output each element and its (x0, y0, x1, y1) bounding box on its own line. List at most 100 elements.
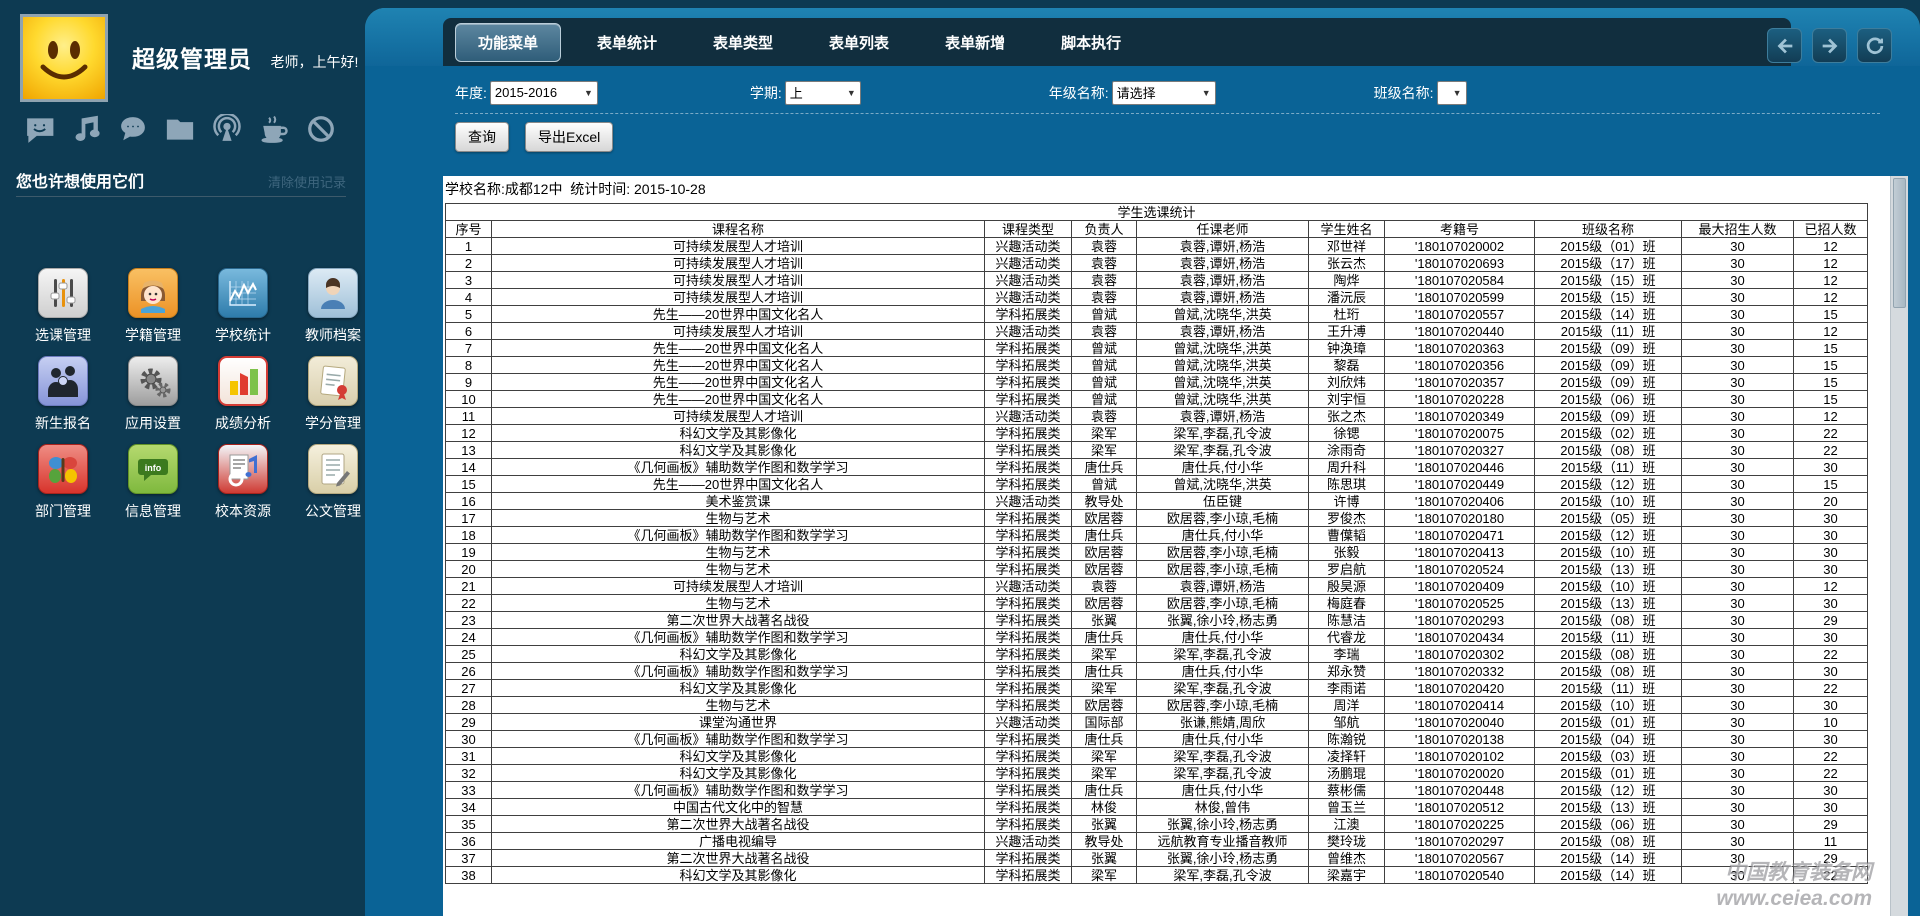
cell-class-name: 2015级（02）班 (1535, 425, 1682, 442)
cell-class-name: 2015级（11）班 (1535, 629, 1682, 646)
chat-icon[interactable] (118, 112, 148, 146)
year-select[interactable]: 2015-2016▼ (490, 81, 598, 105)
app-student-status[interactable]: 学籍管理 (112, 268, 194, 356)
cell-max-enroll: 30 (1682, 561, 1794, 578)
report-area: 学校名称:成都12中 统计时间: 2015-10-28 学生选课统计 序号课程名… (443, 176, 1890, 916)
cell-enrolled: 29 (1794, 850, 1868, 867)
col-header-student-name: 学生姓名 (1309, 221, 1385, 238)
tab-表单统计[interactable]: 表单统计 (597, 32, 657, 53)
term-select[interactable]: 上▼ (785, 81, 861, 105)
cell-index: 1 (446, 238, 492, 255)
cell-student-name: 王升溥 (1309, 323, 1385, 340)
cell-student-name: 杜珩 (1309, 306, 1385, 323)
cell-teachers: 林俊,曾伟 (1137, 799, 1309, 816)
scrollbar-thumb[interactable] (1893, 178, 1906, 308)
app-credit-mgmt[interactable]: 学分管理 (292, 356, 374, 444)
cell-class-name: 2015级（06）班 (1535, 391, 1682, 408)
cell-course-type: 学科拓展类 (985, 850, 1072, 867)
app-app-settings[interactable]: 应用设置 (112, 356, 194, 444)
cell-enrolled: 30 (1794, 799, 1868, 816)
avatar[interactable] (20, 14, 108, 102)
cell-max-enroll: 30 (1682, 595, 1794, 612)
cell-exam-no: '180107020440 (1385, 323, 1535, 340)
app-label: 校本资源 (215, 501, 271, 521)
app-school-stats[interactable]: 学校统计 (202, 268, 284, 356)
cell-student-name: 李瑞 (1309, 646, 1385, 663)
folder-icon[interactable] (165, 112, 195, 146)
block-icon[interactable] (306, 112, 336, 146)
cell-max-enroll: 30 (1682, 323, 1794, 340)
message-icon[interactable] (24, 112, 54, 146)
cell-enrolled: 15 (1794, 306, 1868, 323)
app-score-analysis[interactable]: 成绩分析 (202, 356, 284, 444)
broadcast-icon[interactable] (212, 112, 242, 146)
music-icon[interactable] (71, 112, 101, 146)
cell-exam-no: '180107020225 (1385, 816, 1535, 833)
cell-enrolled: 30 (1794, 510, 1868, 527)
student-status-icon (128, 268, 178, 318)
table-row: 23第二次世界大战著名战役学科拓展类张翼张翼,徐小玲,杨志勇陈慧洁'180107… (446, 612, 1868, 629)
col-header-max-enroll: 最大招生人数 (1682, 221, 1794, 238)
table-row: 18《几何画板》辅助数学作图和数学学习学科拓展类唐仕兵唐仕兵,付小华曹僷韬'18… (446, 527, 1868, 544)
tab-脚本执行[interactable]: 脚本执行 (1061, 32, 1121, 53)
cell-index: 24 (446, 629, 492, 646)
cell-teachers: 梁军,李磊,孔令波 (1137, 748, 1309, 765)
forward-button[interactable] (1812, 28, 1847, 63)
app-dept-mgmt[interactable]: 部门管理 (22, 444, 104, 532)
teacher-files-icon (308, 268, 358, 318)
cell-max-enroll: 30 (1682, 527, 1794, 544)
cell-exam-no: '180107020363 (1385, 340, 1535, 357)
cell-enrolled: 22 (1794, 867, 1868, 884)
cell-exam-no: '180107020567 (1385, 850, 1535, 867)
table-row: 17生物与艺术学科拓展类欧居蓉欧居蓉,李小琼,毛楠罗俊杰'18010702018… (446, 510, 1868, 527)
cell-manager: 袁蓉 (1072, 323, 1137, 340)
cell-max-enroll: 30 (1682, 680, 1794, 697)
app-teacher-files[interactable]: 教师档案 (292, 268, 374, 356)
cell-index: 10 (446, 391, 492, 408)
table-row: 31科幻文学及其影像化学科拓展类梁军梁军,李磊,孔令波凌择轩'180107020… (446, 748, 1868, 765)
cell-student-name: 周洋 (1309, 697, 1385, 714)
app-label: 部门管理 (35, 501, 91, 521)
cell-course-type: 学科拓展类 (985, 391, 1072, 408)
refresh-button[interactable] (1857, 28, 1892, 63)
cell-teachers: 张谦,熊婧,周欣 (1137, 714, 1309, 731)
app-school-res[interactable]: 校本资源 (202, 444, 284, 532)
cell-max-enroll: 30 (1682, 306, 1794, 323)
cell-index: 38 (446, 867, 492, 884)
cell-max-enroll: 30 (1682, 731, 1794, 748)
refresh-icon (1864, 35, 1886, 57)
cell-exam-no: '180107020002 (1385, 238, 1535, 255)
app-label: 教师档案 (305, 325, 361, 345)
cell-teachers: 袁蓉,谭妍,杨浩 (1137, 323, 1309, 340)
cell-teachers: 曾斌,沈晓华,洪英 (1137, 357, 1309, 374)
cell-teachers: 唐仕兵,付小华 (1137, 527, 1309, 544)
table-row: 27科幻文学及其影像化学科拓展类梁军梁军,李磊,孔令波李雨诺'180107020… (446, 680, 1868, 697)
class-select[interactable]: ▼ (1437, 81, 1467, 105)
tab-表单新增[interactable]: 表单新增 (945, 32, 1005, 53)
tab-功能菜单[interactable]: 功能菜单 (455, 23, 561, 62)
clear-history-link[interactable]: 清除使用记录 (268, 172, 346, 191)
cell-class-name: 2015级（11）班 (1535, 459, 1682, 476)
tab-表单类型[interactable]: 表单类型 (713, 32, 773, 53)
cell-enrolled: 22 (1794, 680, 1868, 697)
table-row: 37第二次世界大战著名战役学科拓展类张翼张翼,徐小玲,杨志勇曾维杰'180107… (446, 850, 1868, 867)
table-row: 1可持续发展型人才培训兴趣活动类袁蓉袁蓉,谭妍,杨浩邓世祥'1801070200… (446, 238, 1868, 255)
cell-exam-no: '180107020420 (1385, 680, 1535, 697)
cell-teachers: 梁军,李磊,孔令波 (1137, 425, 1309, 442)
grade-select[interactable]: 请选择▼ (1112, 81, 1216, 105)
app-doc-mgmt[interactable]: 公文管理 (292, 444, 374, 532)
tab-表单列表[interactable]: 表单列表 (829, 32, 889, 53)
app-new-enroll[interactable]: 新生报名 (22, 356, 104, 444)
back-button[interactable] (1767, 28, 1802, 63)
export-excel-button[interactable]: 导出Excel (525, 122, 613, 152)
query-button[interactable]: 查询 (455, 122, 509, 152)
cell-exam-no: '180107020413 (1385, 544, 1535, 561)
coffee-icon[interactable] (259, 112, 289, 146)
vertical-scrollbar[interactable] (1890, 176, 1908, 916)
app-course-select[interactable]: 选课管理 (22, 268, 104, 356)
cell-enrolled: 30 (1794, 663, 1868, 680)
col-header-class-name: 班级名称 (1535, 221, 1682, 238)
app-info-mgmt[interactable]: info信息管理 (112, 444, 194, 532)
cell-course-type: 兴趣活动类 (985, 493, 1072, 510)
cell-course-type: 学科拓展类 (985, 646, 1072, 663)
